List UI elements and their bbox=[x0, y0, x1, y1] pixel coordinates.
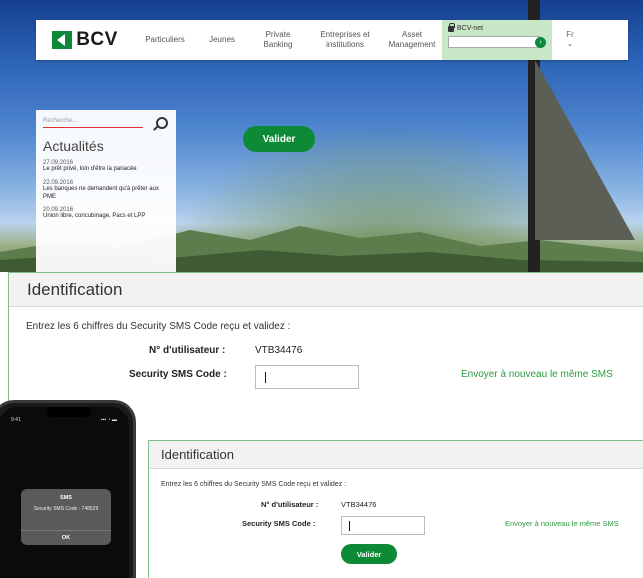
identification-header: Identification bbox=[149, 441, 643, 469]
sms-alert-dialog: SMS Security SMS Code : 748529 OK bbox=[21, 489, 111, 545]
nav-entreprises[interactable]: Entreprises et institutions bbox=[308, 20, 382, 60]
identification-title: Identification bbox=[161, 447, 234, 462]
news-text: Les banques ne demandent qu'à prêter aux… bbox=[43, 185, 159, 200]
user-number-value: VTB34476 bbox=[255, 345, 303, 356]
sms-code-label: Security SMS Code : bbox=[242, 519, 316, 528]
bcv-logo[interactable]: BCV bbox=[36, 20, 134, 60]
identification-form-small: Identification Entrez les 6 chiffres du … bbox=[148, 440, 643, 578]
summit-structure bbox=[535, 60, 635, 240]
user-number-value: VTB34476 bbox=[341, 500, 377, 509]
smartphone: 9:41 ▪▪▪ ◔ ▬ SMS Security SMS Code : 748… bbox=[0, 400, 136, 578]
user-number-label: N° d'utilisateur : bbox=[261, 500, 319, 509]
identification-form-large: Identification Entrez les 6 chiffres du … bbox=[8, 272, 643, 406]
sms-alert-body: Security SMS Code : 748529 bbox=[33, 506, 99, 512]
news-text: Le prêt privé, loin d'être la panacée bbox=[43, 166, 137, 172]
sms-code-input[interactable] bbox=[341, 516, 425, 535]
phone-notch bbox=[47, 407, 91, 417]
instruction-text: Entrez les 6 chiffres du Security SMS Co… bbox=[161, 481, 347, 488]
bcv-net-label: BCV-net bbox=[457, 24, 484, 32]
phone-screen: 9:41 ▪▪▪ ◔ ▬ SMS Security SMS Code : 748… bbox=[0, 407, 129, 578]
user-number-label: N° d'utilisateur : bbox=[149, 345, 226, 356]
bcv-logo-text: BCV bbox=[76, 29, 118, 50]
search-input[interactable]: Recherche... bbox=[43, 118, 143, 128]
validate-button[interactable]: Valider bbox=[341, 544, 397, 564]
resend-sms-link[interactable]: Envoyer à nouveau le même SMS bbox=[461, 369, 613, 380]
bcv-net-go-button[interactable]: › bbox=[535, 37, 546, 48]
news-item[interactable]: 27.09.2016 Le prêt privé, loin d'être la… bbox=[43, 160, 169, 174]
nav-particuliers[interactable]: Particuliers bbox=[134, 20, 196, 60]
chevron-down-icon: ⌄ bbox=[566, 39, 574, 48]
news-title: Actualités bbox=[43, 138, 104, 154]
nav-asset-management[interactable]: Asset Management bbox=[382, 20, 442, 60]
ok-button[interactable]: OK bbox=[21, 530, 111, 545]
resend-sms-link[interactable]: Envoyer à nouveau le même SMS bbox=[505, 519, 619, 528]
instruction-text: Entrez les 6 chiffres du Security SMS Co… bbox=[26, 321, 291, 332]
bcv-net-login: BCV-net › bbox=[442, 20, 552, 60]
language-selector[interactable]: Fr ⌄ bbox=[552, 20, 588, 60]
nav-private-banking[interactable]: Private Banking bbox=[248, 20, 308, 60]
bcv-logo-icon bbox=[52, 31, 73, 49]
search-placeholder: Recherche... bbox=[43, 118, 78, 124]
phone-time: 9:41 bbox=[11, 417, 21, 423]
news-item[interactable]: 20.09.2016 Union libre, concubinage, Pac… bbox=[43, 207, 169, 221]
news-item[interactable]: 22.09.2016 Les banques ne demandent qu'à… bbox=[43, 180, 169, 202]
news-panel: Recherche... Actualités 27.09.2016 Le pr… bbox=[36, 110, 176, 272]
news-text: Union libre, concubinage, Pacs et LPP bbox=[43, 213, 146, 220]
bcv-website-screenshot: BCV Particuliers Jeunes Private Banking … bbox=[0, 0, 643, 272]
sms-code-input[interactable] bbox=[255, 365, 359, 389]
search-icon[interactable] bbox=[156, 117, 168, 129]
nav-jeunes[interactable]: Jeunes bbox=[196, 20, 248, 60]
sms-alert-title: SMS bbox=[60, 495, 72, 501]
signal-icon: ▪▪▪ ◔ ▬ bbox=[100, 417, 117, 423]
identification-title: Identification bbox=[27, 279, 123, 299]
lock-icon bbox=[448, 23, 455, 32]
sms-code-label: Security SMS Code : bbox=[129, 369, 227, 380]
validate-button[interactable]: Valider bbox=[243, 126, 315, 152]
main-navbar: BCV Particuliers Jeunes Private Banking … bbox=[36, 20, 628, 60]
bcv-net-login-input[interactable] bbox=[448, 36, 540, 48]
identification-header: Identification bbox=[9, 273, 643, 307]
